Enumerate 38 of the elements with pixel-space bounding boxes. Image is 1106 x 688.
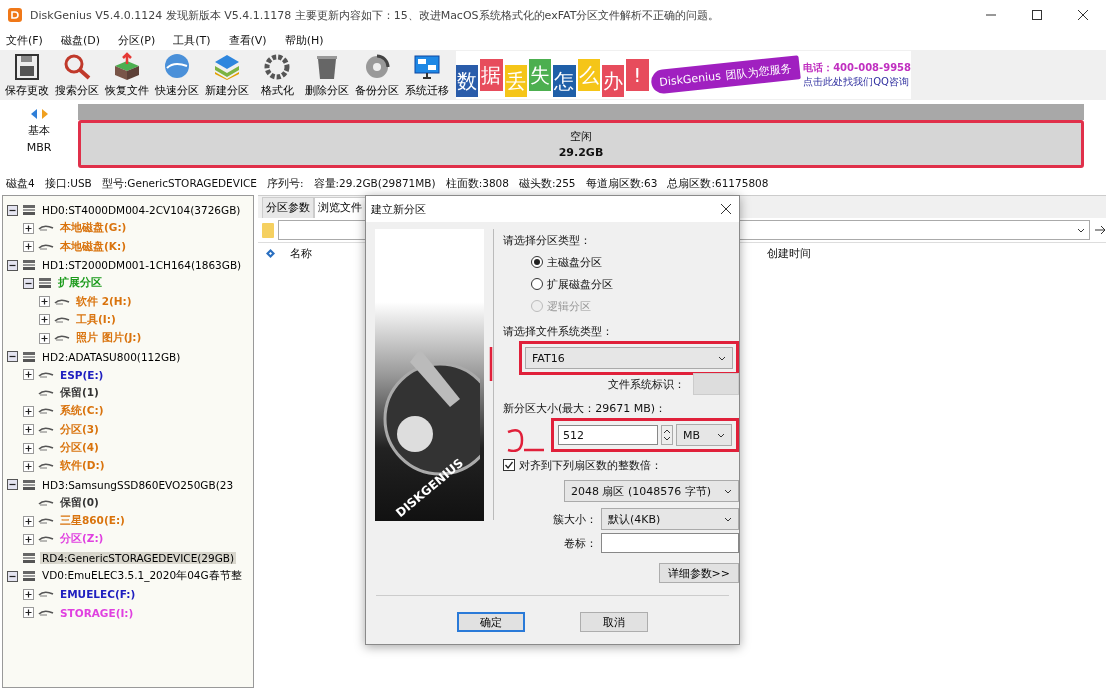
field-label: 簇大小： [553,511,597,527]
radio-label: 主磁盘分区 [547,254,602,270]
section-label: 请选择文件系统类型： [503,324,614,339]
window-title: DiskGenius V5.4.0.1124 发现新版本 V5.4.1.1178 主要更新内容如下：15、改进MacOS系统格式化的exFAT分区文件解析不正确的问题。 [30,7,721,23]
section-label: 请选择分区类型： [503,233,592,248]
banner-tile: 么 [577,59,600,91]
banner-tile: 怎 [553,65,576,97]
column-header: 名称 [290,245,312,261]
disk-info-text: 磁盘4 [6,176,35,191]
disk-info-text: 柱面数:3808 [445,176,509,191]
field-label: 新分区大小(最大：29671 MB)： [503,401,668,416]
radio-label: 扩展磁盘分区 [547,276,613,292]
field-label: 卷标： [564,535,597,551]
disk-info-text: 接口:USB [44,176,92,191]
column-header: 创建时间 [767,245,811,261]
disk-info-text: 磁头数:255 [518,176,576,191]
partition-size: 29.2GB [558,146,604,159]
disk-info-text: 型号:GenericSTORAGEDEVICE [101,176,257,191]
checkbox-label: 对齐到下列扇区数的整数倍： [519,457,662,473]
banner-tile: 丢 [504,65,527,97]
banner-brand: DiskGenius [658,69,721,89]
disk-info-text: 容量:29.2GB(29871MB) [313,176,436,191]
disk-type: 基本 [28,123,50,138]
radio-label: 逻辑分区 [547,298,591,314]
disk-info-text: 序列号: [267,176,304,191]
banner-tile: 办 [601,65,625,97]
banner-tile: 失 [528,59,552,91]
banner-phone: 电话：400-008-9958 [803,61,912,75]
banner-slogan: 团队为您服务 [724,60,792,83]
banner-tile: 数 [456,65,479,97]
partition-scheme: MBR [26,141,52,154]
dialog-title: 建立新分区 [371,201,426,217]
disk-info-text: 总扇区数:61175808 [667,176,769,191]
disk-info-text: 每道扇区数:63 [585,176,658,191]
partition-label: 空闲 [570,129,592,144]
field-label: 文件系统标识： [608,376,685,392]
banner-tile: ! [626,59,649,91]
banner-tile: 据 [480,59,503,91]
